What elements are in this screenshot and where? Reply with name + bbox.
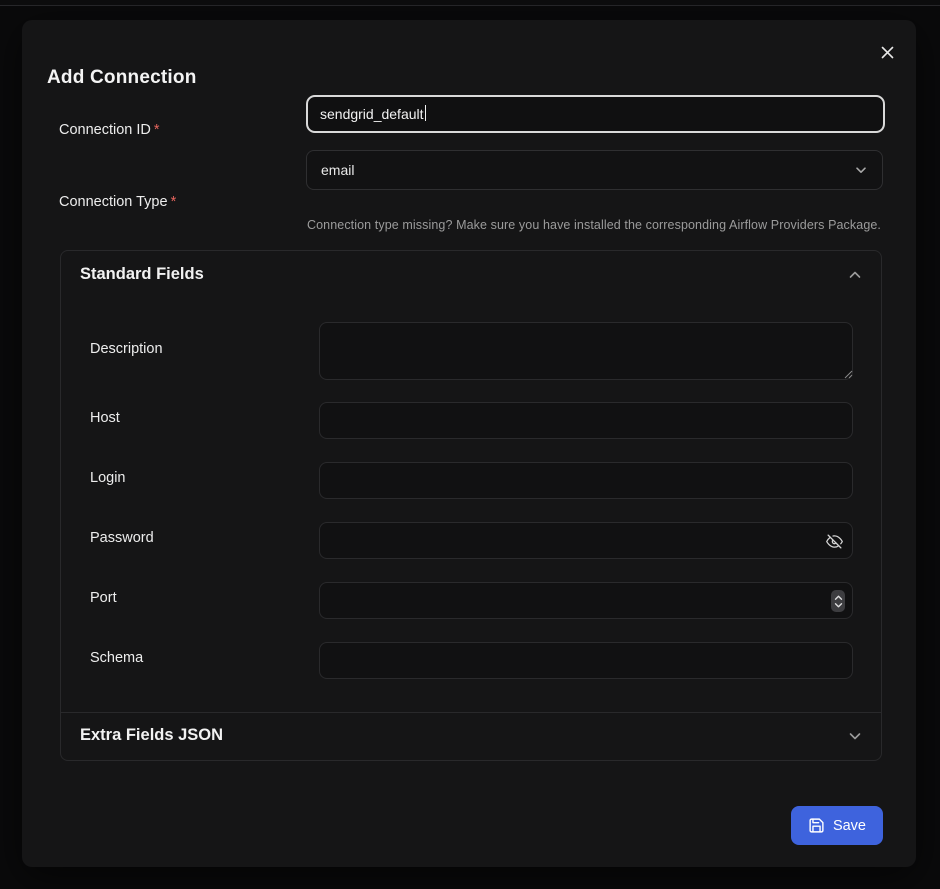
connection-type-helper-text: Connection type missing? Make sure you h… bbox=[307, 218, 901, 232]
connection-id-value: sendgrid_default bbox=[320, 106, 424, 122]
required-marker: * bbox=[154, 122, 160, 138]
connection-type-select[interactable]: email bbox=[306, 150, 883, 190]
description-textarea[interactable] bbox=[319, 322, 853, 380]
chevron-up-icon bbox=[847, 267, 863, 283]
required-marker: * bbox=[171, 194, 177, 210]
number-stepper-icon[interactable] bbox=[831, 590, 845, 612]
connection-type-selected-value: email bbox=[321, 162, 854, 178]
host-label: Host bbox=[90, 410, 120, 426]
login-input[interactable] bbox=[319, 462, 853, 499]
page-header-edge bbox=[0, 0, 940, 6]
extra-fields-json-section-header[interactable]: Extra Fields JSON bbox=[61, 712, 881, 761]
save-button[interactable]: Save bbox=[791, 806, 883, 845]
close-button[interactable] bbox=[872, 37, 902, 67]
password-input-wrap bbox=[319, 522, 853, 559]
add-connection-modal: Add Connection Connection ID* sendgrid_d… bbox=[22, 20, 916, 867]
connection-id-label: Connection ID* bbox=[59, 122, 160, 138]
connection-id-label-text: Connection ID bbox=[59, 122, 151, 138]
port-input-wrap bbox=[319, 582, 853, 619]
chevron-down-icon bbox=[847, 728, 863, 744]
standard-fields-section-header[interactable]: Standard Fields bbox=[61, 251, 881, 300]
text-caret bbox=[425, 105, 427, 121]
port-label: Port bbox=[90, 590, 117, 606]
eye-off-icon bbox=[826, 533, 843, 550]
toggle-password-visibility-button[interactable] bbox=[821, 528, 847, 554]
connection-id-input[interactable]: sendgrid_default bbox=[306, 95, 885, 133]
connection-type-label-text: Connection Type bbox=[59, 194, 168, 210]
save-button-label: Save bbox=[833, 818, 866, 834]
description-label: Description bbox=[90, 341, 163, 357]
password-label: Password bbox=[90, 530, 154, 546]
close-icon bbox=[880, 45, 895, 60]
schema-input[interactable] bbox=[319, 642, 853, 679]
chevron-down-icon bbox=[854, 163, 868, 177]
accordion-sections: Standard Fields Description Host Login P… bbox=[60, 250, 882, 761]
modal-title: Add Connection bbox=[47, 67, 197, 89]
save-icon bbox=[808, 817, 825, 834]
host-input[interactable] bbox=[319, 402, 853, 439]
login-label: Login bbox=[90, 470, 125, 486]
port-input[interactable] bbox=[319, 582, 853, 619]
connection-type-label: Connection Type* bbox=[59, 194, 176, 210]
password-input[interactable] bbox=[319, 522, 853, 559]
extra-fields-json-title: Extra Fields JSON bbox=[80, 726, 223, 745]
standard-fields-title: Standard Fields bbox=[80, 265, 204, 284]
schema-label: Schema bbox=[90, 650, 143, 666]
